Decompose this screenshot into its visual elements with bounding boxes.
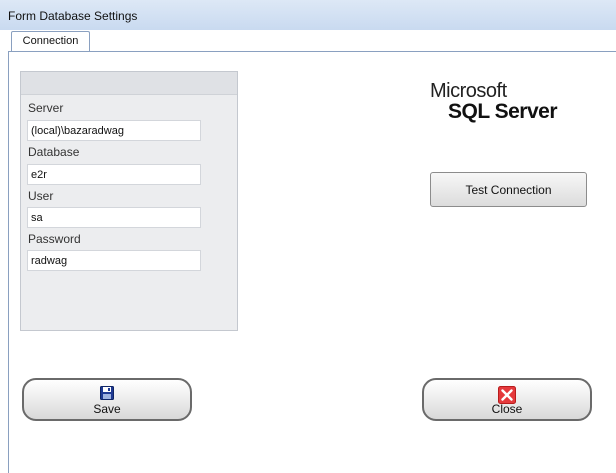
save-label: Save xyxy=(93,402,121,416)
database-settings-window: Form Database Settings Connection Server… xyxy=(0,0,616,473)
password-label: Password xyxy=(28,232,81,246)
sql-server-logo: Microsoft SQL Server xyxy=(430,80,590,130)
password-field[interactable] xyxy=(27,250,201,271)
tab-strip: Connection xyxy=(0,30,616,52)
user-label: User xyxy=(28,189,54,203)
test-connection-button[interactable]: Test Connection xyxy=(430,172,587,207)
user-field[interactable] xyxy=(27,207,201,228)
database-label: Database xyxy=(28,145,80,159)
close-button[interactable]: Close xyxy=(422,378,592,421)
server-label: Server xyxy=(28,101,64,115)
connection-panel: Server Database User Password xyxy=(20,71,238,331)
close-label: Close xyxy=(491,402,523,416)
window-title: Form Database Settings xyxy=(8,9,138,23)
title-bar: Form Database Settings xyxy=(0,0,616,30)
database-field[interactable] xyxy=(27,164,201,185)
tab-connection[interactable]: Connection xyxy=(11,31,90,52)
server-field[interactable] xyxy=(27,120,201,141)
logo-sql-server: SQL Server xyxy=(448,100,558,123)
save-button[interactable]: Save xyxy=(22,378,192,421)
floppy-disk-icon xyxy=(100,386,114,400)
panel-header xyxy=(21,72,237,95)
